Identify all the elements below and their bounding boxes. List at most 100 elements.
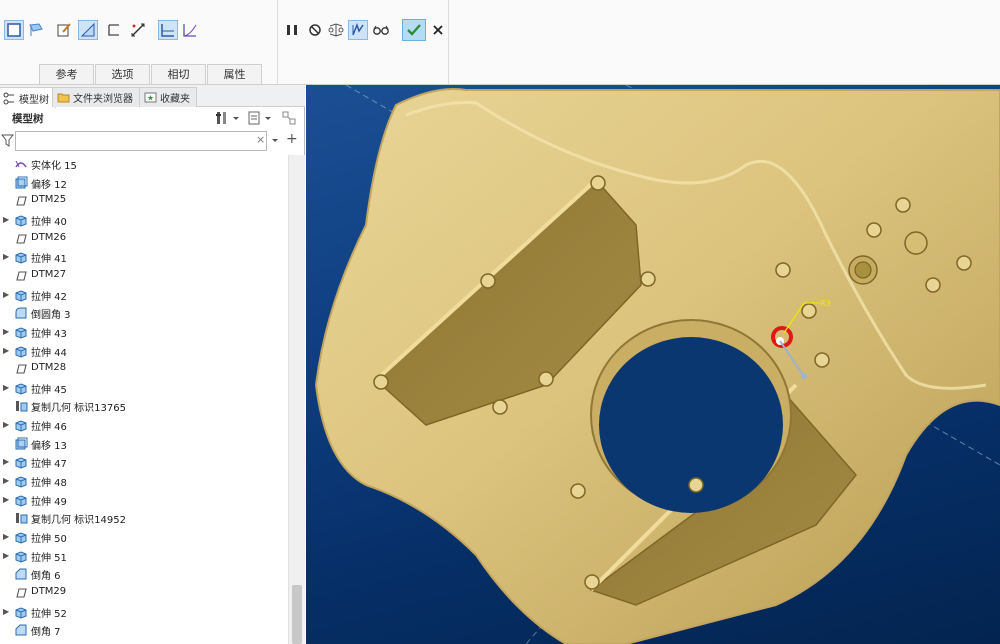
expand-arrow-icon[interactable]: ▶ (3, 495, 11, 505)
show-list-icon[interactable] (246, 110, 262, 126)
tree-item[interactable]: ▶ 拉伸 49 (0, 491, 288, 510)
expand-arrow-icon[interactable]: ▶ (3, 607, 11, 617)
glasses-preview-icon[interactable] (371, 20, 391, 40)
tree-columns-icon[interactable] (281, 110, 297, 126)
direction-arrow-head[interactable] (801, 373, 807, 379)
cancel-close-icon[interactable] (428, 20, 448, 40)
tree-item[interactable]: 复制几何 标识14952 (0, 509, 288, 528)
tab-references[interactable]: 参考 (39, 64, 94, 84)
expand-arrow-icon[interactable]: ▶ (3, 327, 11, 337)
attached-preview-icon[interactable] (326, 20, 346, 40)
extrude-icon (14, 250, 28, 264)
chamfer-icon (14, 623, 28, 637)
tree-item[interactable]: ▶ 拉伸 46 (0, 416, 288, 435)
tree-settings-icon[interactable] (214, 110, 230, 126)
verify-preview-icon[interactable] (348, 20, 368, 40)
tab-favorites[interactable]: 收藏夹 (139, 87, 197, 107)
pause-icon[interactable] (282, 20, 302, 40)
expand-arrow-icon[interactable]: ▶ (3, 532, 11, 542)
tree-item[interactable]: ▶ 拉伸 44 (0, 342, 288, 361)
tree-item[interactable]: 偏移 13 (0, 435, 288, 454)
tree-item-label: 拉伸 51 (31, 552, 67, 564)
extrude-icon (14, 325, 28, 339)
tree-item-label: DTM28 (31, 362, 67, 374)
tree-item[interactable]: DTM29 (0, 584, 288, 603)
tree-item[interactable]: ▶ 拉伸 51 (0, 547, 288, 566)
chevron-down-icon[interactable] (263, 110, 273, 126)
surface-toggle-icon[interactable] (26, 20, 46, 40)
tree-item[interactable]: 复制几何 标识13765 (0, 397, 288, 416)
tree-item[interactable]: ▶ 拉伸 50 (0, 528, 288, 547)
tab-options[interactable]: 选项 (95, 64, 150, 84)
offset-icon (14, 176, 28, 190)
tree-item[interactable]: 倒角 6 (0, 565, 288, 584)
extrude-icon (14, 530, 28, 544)
extrude-icon (14, 474, 28, 488)
tab-properties[interactable]: 属性 (207, 64, 262, 84)
expand-arrow-icon[interactable]: ▶ (3, 346, 11, 356)
tree-item[interactable]: DTM26 (0, 230, 288, 249)
add-filter-icon[interactable]: + (286, 131, 298, 147)
tree-item[interactable]: ▶ 拉伸 52 (0, 603, 288, 622)
tree-item[interactable]: DTM27 (0, 267, 288, 286)
tree-item[interactable]: ▶ 拉伸 42 (0, 286, 288, 305)
part-model[interactable]: R3 (306, 85, 1000, 644)
dimension-label[interactable]: R3 (820, 299, 831, 308)
tab-folder-browser[interactable]: 文件夹浏览器 (52, 87, 140, 107)
filter-icon[interactable] (1, 134, 14, 147)
datum-plane-icon (14, 269, 28, 283)
tree-item-label: DTM27 (31, 268, 67, 280)
tree-item[interactable]: DTM28 (0, 360, 288, 379)
panel-tabs: 模型树 文件夹浏览器 收藏夹 (0, 85, 305, 108)
tree-header: 模型树 (0, 107, 305, 129)
expand-arrow-icon[interactable]: ▶ (3, 290, 11, 300)
expand-arrow-icon[interactable]: ▶ (3, 551, 11, 561)
tree-item[interactable]: ▶ 拉伸 41 (0, 248, 288, 267)
extrude-icon (14, 381, 28, 395)
tree-item[interactable]: ▶ 拉伸 40 (0, 211, 288, 230)
solid-toggle-icon[interactable] (4, 20, 24, 40)
expand-arrow-icon[interactable]: ▶ (3, 457, 11, 467)
left-panel: 模型树 文件夹浏览器 收藏夹 模型树 × + 实体化 15 偏移 12 DTM25 ▶… (0, 85, 305, 644)
tree-item[interactable]: 倒圆角 3 (0, 304, 288, 323)
tree-item[interactable]: ▶ 拉伸 47 (0, 453, 288, 472)
confirm-check-icon[interactable] (402, 19, 426, 41)
tab-tangent[interactable]: 相切 (151, 64, 206, 84)
tree-item-label: 拉伸 43 (31, 328, 67, 340)
expand-arrow-icon[interactable]: ▶ (3, 215, 11, 225)
tree-item[interactable]: DTM25 (0, 192, 288, 211)
tree-item-label: DTM29 (31, 585, 67, 597)
no-preview-icon[interactable] (305, 20, 325, 40)
expand-arrow-icon[interactable]: ▶ (3, 383, 11, 393)
tree-item[interactable]: ▶ 拉伸 45 (0, 379, 288, 398)
tree-item-label: 拉伸 49 (31, 496, 67, 508)
flip-direction-icon[interactable] (128, 20, 148, 40)
folder-icon (57, 93, 70, 103)
tree-scrollbar[interactable] (288, 155, 305, 644)
tangent-icon[interactable] (158, 20, 178, 40)
tree-search-input[interactable] (15, 131, 267, 151)
chevron-down-icon[interactable] (231, 110, 241, 126)
tree-item[interactable]: ▶ 拉伸 48 (0, 472, 288, 491)
copy-geometry-icon (14, 399, 28, 413)
tree-item-label: 复制几何 标识14952 (31, 515, 126, 527)
graphics-viewport[interactable]: R3 (306, 85, 1000, 644)
curvature-icon[interactable] (180, 20, 200, 40)
clear-filter-icon[interactable]: × (256, 133, 265, 146)
tree-scrollbar-thumb[interactable] (292, 585, 302, 644)
sketch-edit-icon[interactable] (54, 20, 74, 40)
tree-item[interactable]: 偏移 12 (0, 174, 288, 193)
tab-model-tree[interactable]: 模型树 (0, 87, 56, 108)
tree-item[interactable]: 倒角 7 (0, 621, 288, 640)
chevron-down-icon[interactable] (270, 136, 280, 146)
expand-arrow-icon[interactable]: ▶ (3, 252, 11, 262)
expand-arrow-icon[interactable]: ▶ (3, 476, 11, 486)
extrude-icon (14, 288, 28, 302)
corner-icon[interactable] (104, 20, 124, 40)
copy-geometry-icon (14, 511, 28, 525)
thicken-icon[interactable] (78, 20, 98, 40)
model-tree: 实体化 15 偏移 12 DTM25 ▶ 拉伸 40 DTM26 ▶ 拉伸 41 DTM27 ▶ 拉… (0, 155, 288, 644)
expand-arrow-icon[interactable]: ▶ (3, 420, 11, 430)
tree-item[interactable]: 实体化 15 (0, 155, 288, 174)
tree-item[interactable]: ▶ 拉伸 43 (0, 323, 288, 342)
